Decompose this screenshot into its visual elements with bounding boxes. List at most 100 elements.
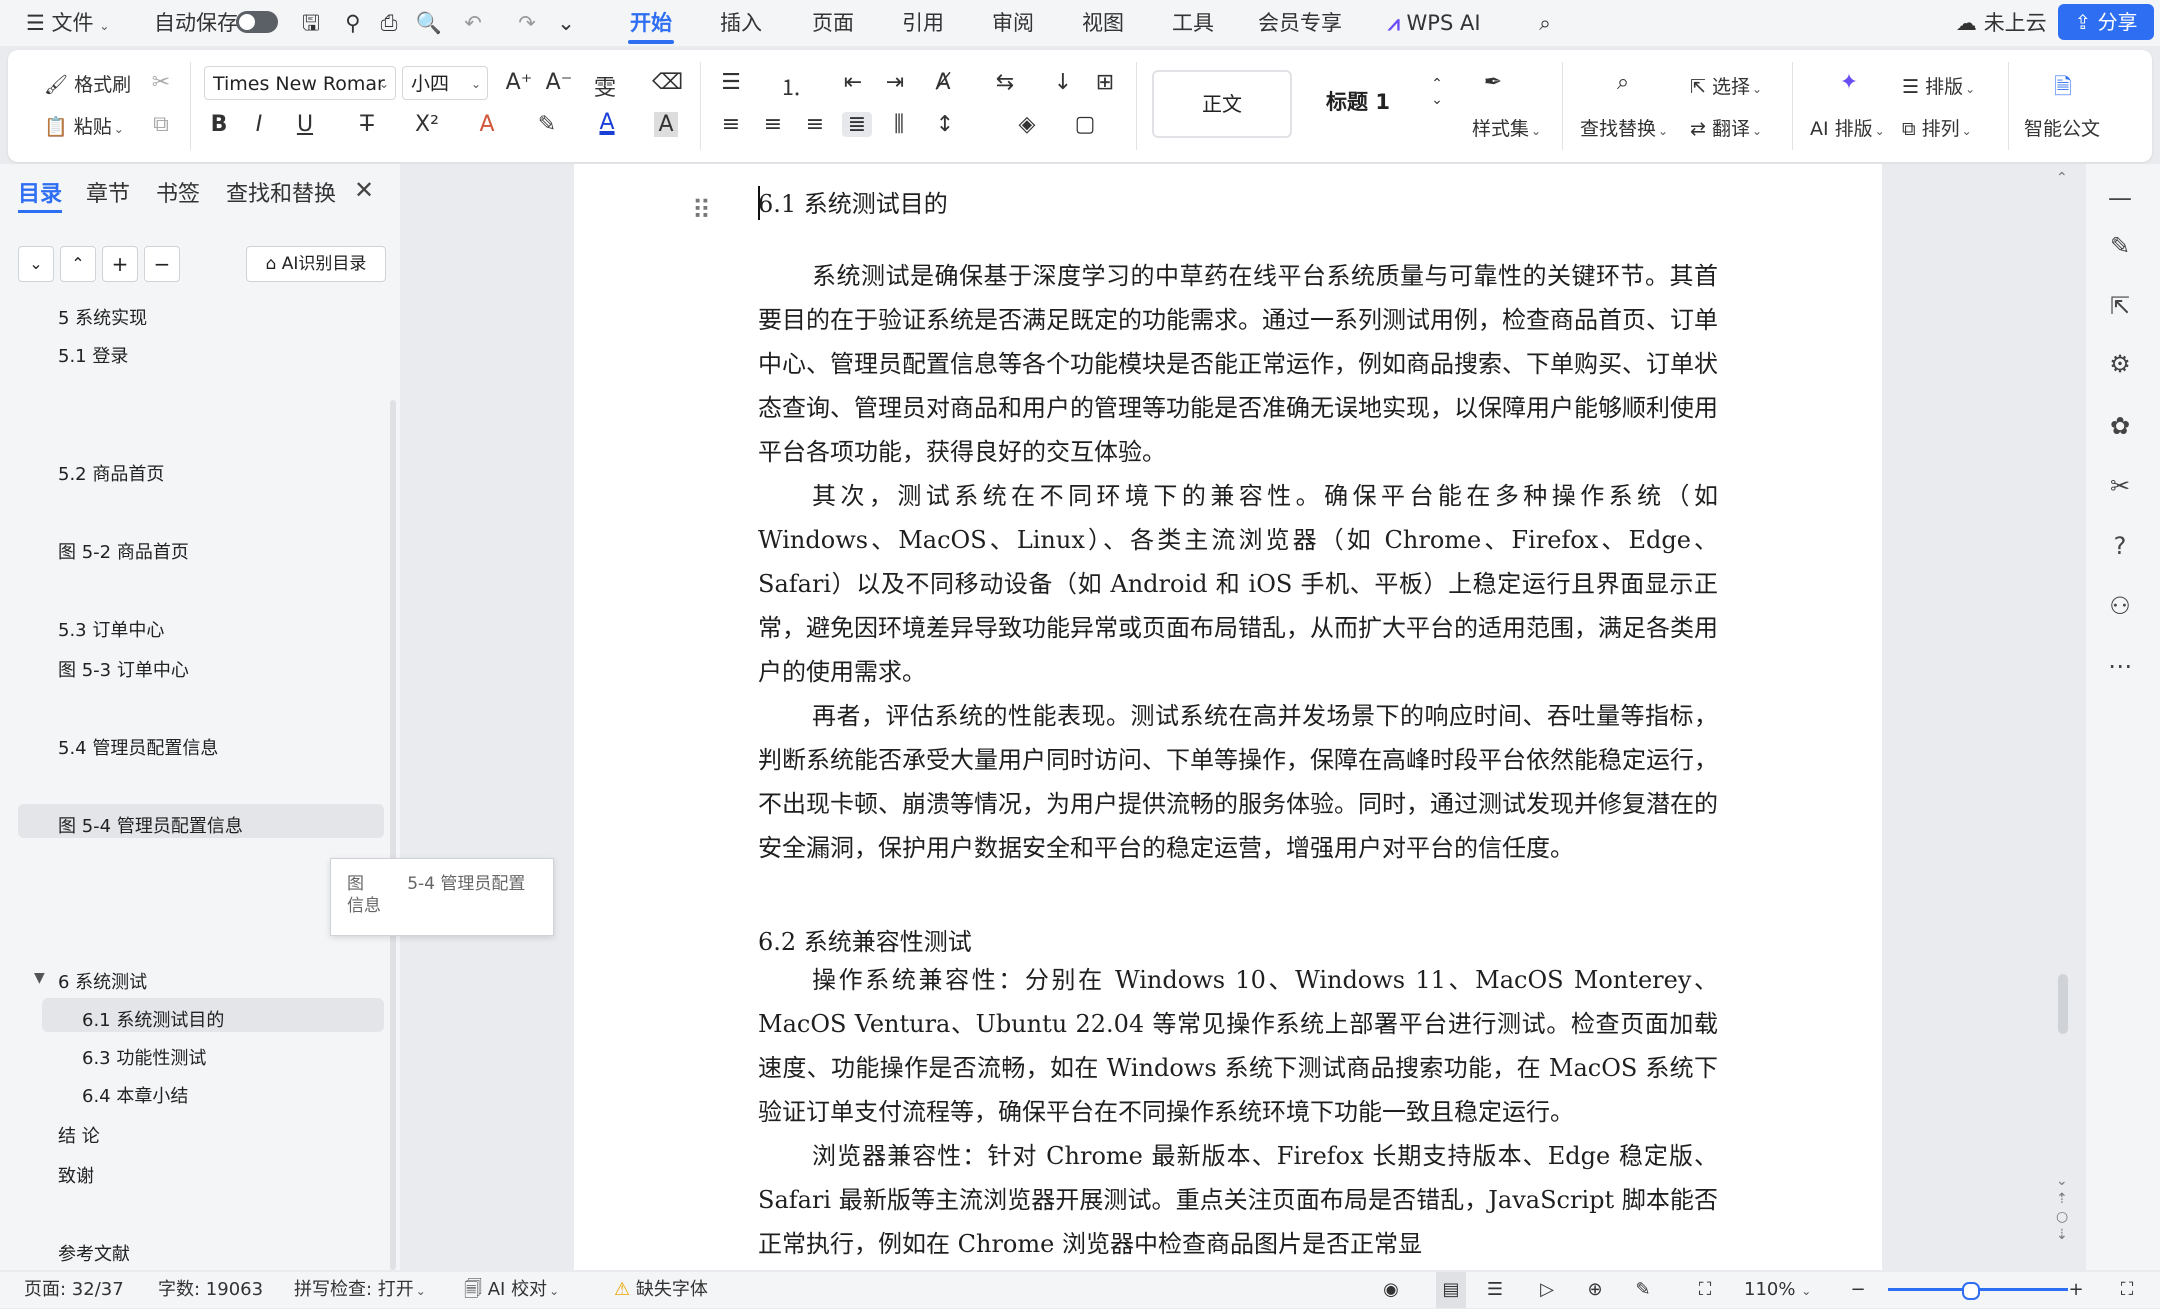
paragraph[interactable]: 其次，测试系统在不同环境下的兼容性。确保平台能在多种操作系统（如 Windows…	[758, 474, 1718, 694]
font-shrink-icon[interactable]: A⁻	[544, 70, 574, 95]
tab-member[interactable]: 会员专享	[1258, 0, 1342, 46]
drag-handle-icon[interactable]: ⠿	[692, 196, 711, 226]
cut-icon[interactable]: ✂	[146, 70, 176, 95]
strikethrough-icon[interactable]: T	[352, 112, 382, 137]
nav-tab-find-replace[interactable]: 查找和替换	[226, 176, 336, 208]
pane-scrollbar[interactable]	[390, 400, 396, 1270]
bullet-list-icon[interactable]: ☰	[716, 70, 746, 95]
phonetic-guide-icon[interactable]: 雯	[590, 70, 620, 102]
font-size-select[interactable]: 小四 ⌄	[402, 66, 488, 100]
heading-6-1[interactable]: 6.1 系统测试目的	[758, 184, 948, 219]
toc-item[interactable]: 5.2 商品首页	[58, 460, 164, 486]
tab-insert[interactable]: 插入	[720, 0, 762, 46]
font-name-select[interactable]: Times New Romar ⌄	[204, 66, 396, 100]
tab-home[interactable]: 开始	[628, 0, 674, 46]
paragraph[interactable]: 再者，评估系统的性能表现。测试系统在高并发场景下的响应时间、吞吐量等指标，判断系…	[758, 694, 1718, 914]
outline-view-icon[interactable]: ☰	[1480, 1272, 1510, 1308]
align-center-icon[interactable]: ≡	[758, 112, 788, 137]
fit-page-icon[interactable]: ⛶	[1690, 1272, 1720, 1308]
play-icon[interactable]: ▷	[1532, 1272, 1562, 1308]
spell-check-toggle[interactable]: 拼写检查: 打开 ⌄	[294, 1272, 426, 1308]
toc-item[interactable]: 致谢	[58, 1162, 94, 1188]
word-count[interactable]: 字数: 19063	[158, 1272, 263, 1308]
typeset-button[interactable]: ☰ 排版 ⌄	[1902, 72, 1975, 99]
toc-item[interactable]: 6.4 本章小结	[82, 1082, 188, 1108]
select-button[interactable]: ⇱ 选择 ⌄	[1690, 72, 1762, 99]
ai-toc-button[interactable]: ⌂ AI识别目录	[246, 246, 386, 282]
toc-item[interactable]: 6.3 功能性测试	[82, 1044, 206, 1070]
style-heading-1[interactable]: 标题 1	[1298, 70, 1418, 134]
font-grow-icon[interactable]: A⁺	[504, 70, 534, 95]
toc-item[interactable]: 5.4 管理员配置信息	[58, 734, 218, 760]
text-effect-icon[interactable]: A	[472, 112, 502, 137]
cursor-icon[interactable]: ⇱	[2100, 292, 2140, 320]
paragraph[interactable]: 浏览器兼容性：针对 Chrome 最新版本、Firefox 长期支持版本、Edg…	[758, 1134, 1718, 1266]
numbered-list-icon[interactable]: ⒈	[776, 70, 806, 102]
style-set-button[interactable]: 样式集 ⌄	[1472, 114, 1541, 141]
remove-level-icon[interactable]: −	[144, 246, 180, 282]
increase-indent-icon[interactable]: ⇥	[880, 70, 910, 95]
eye-protection-icon[interactable]: ◉	[1376, 1272, 1406, 1308]
page-view-icon[interactable]: ▤	[1436, 1272, 1466, 1308]
print-preview-icon[interactable]: 🔍	[414, 0, 444, 46]
nav-tab-bookmarks[interactable]: 书签	[156, 176, 200, 208]
highlight-icon[interactable]: ✎	[532, 112, 562, 137]
pen-icon[interactable]: ✎	[2100, 232, 2140, 260]
share-link-icon[interactable]: ⚲	[338, 0, 368, 46]
font-color-icon[interactable]: A	[592, 110, 622, 135]
file-menu[interactable]: ☰ 文件 ⌄	[26, 0, 109, 46]
heading-6-2[interactable]: 6.2 系统兼容性测试	[758, 922, 972, 957]
toc-item[interactable]: 5 系统实现	[58, 304, 147, 330]
tab-page[interactable]: 页面	[812, 0, 854, 46]
scroll-up-icon[interactable]: ⌃	[2056, 170, 2068, 186]
smart-doc-button[interactable]: 智能公文	[2024, 114, 2100, 141]
undo-icon[interactable]: ↶	[458, 0, 488, 46]
more-chevron-icon[interactable]: ⌄	[554, 0, 578, 46]
toc-item[interactable]: 图 5-2 商品首页	[58, 538, 189, 564]
collapse-rail-icon[interactable]: —	[2100, 184, 2140, 212]
help-icon[interactable]: ?	[2100, 532, 2140, 560]
ai-layout-button[interactable]: AI 排版 ⌄	[1810, 114, 1885, 141]
autosave-toggle[interactable]	[236, 11, 278, 33]
style-normal[interactable]: 正文	[1152, 70, 1292, 138]
line-spacing-icon[interactable]: ↕	[930, 112, 960, 137]
char-shading-icon[interactable]: A	[654, 112, 678, 137]
find-replace-button[interactable]: 查找替换 ⌄	[1580, 114, 1668, 141]
tools-icon[interactable]: ✂	[2100, 472, 2140, 500]
superscript-icon[interactable]: X²	[412, 112, 442, 137]
chinese-layout-icon[interactable]: ⇆	[990, 70, 1020, 95]
underline-icon[interactable]: U	[290, 112, 320, 137]
zoom-slider-handle[interactable]	[1962, 1282, 1980, 1300]
collapse-triangle-icon[interactable]: ▼	[34, 970, 45, 986]
web-view-icon[interactable]: ⊕	[1580, 1272, 1610, 1308]
copy-icon[interactable]: ⧉	[146, 112, 176, 137]
toc-item[interactable]: 5.1 登录	[58, 342, 128, 368]
wps-ai-tab[interactable]: ⩘ WPS AI	[1388, 0, 1481, 46]
ai-proofread-button[interactable]: 🗐 AI 校对 ⌄	[464, 1272, 559, 1308]
search-icon[interactable]: ⌕	[1530, 0, 1560, 46]
format-painter-button[interactable]: 🖌 格式刷	[44, 70, 131, 97]
arrange-button[interactable]: ⧉ 排列 ⌄	[1902, 114, 1972, 141]
settings-sliders-icon[interactable]: ⚙	[2100, 350, 2140, 378]
distributed-icon[interactable]: ⫼	[884, 112, 914, 137]
paragraph[interactable]: 操作系统兼容性：分别在 Windows 10、Windows 11、MacOS …	[758, 958, 1718, 1134]
cloud-status[interactable]: ☁ 未上云	[1956, 0, 2047, 46]
tab-view[interactable]: 视图	[1082, 0, 1124, 46]
nav-tab-toc[interactable]: 目录	[18, 176, 62, 208]
justify-icon[interactable]: ≣	[842, 112, 872, 137]
tab-reference[interactable]: 引用	[902, 0, 944, 46]
add-level-icon[interactable]: +	[102, 246, 138, 282]
toc-item[interactable]: 图 5-4 管理员配置信息	[58, 812, 243, 838]
collapse-up-icon[interactable]: ⌃	[60, 246, 96, 282]
more-icon[interactable]: ⋯	[2100, 652, 2140, 680]
toc-item[interactable]: 参考文献	[58, 1240, 130, 1266]
page-indicator[interactable]: 页面: 32/37	[24, 1272, 124, 1308]
sort-icon[interactable]: ↓	[1048, 70, 1078, 95]
toc-item[interactable]: 图 5-3 订单中心	[58, 656, 189, 682]
show-marks-icon[interactable]: ⊞	[1090, 70, 1120, 95]
write-icon[interactable]: ✎	[1628, 1272, 1658, 1308]
toc-item[interactable]: 5.3 订单中心	[58, 616, 164, 642]
align-left-icon[interactable]: ≡	[716, 112, 746, 137]
toc-item[interactable]: 结 论	[58, 1122, 100, 1148]
toc-item[interactable]: 6 系统测试	[58, 968, 147, 994]
